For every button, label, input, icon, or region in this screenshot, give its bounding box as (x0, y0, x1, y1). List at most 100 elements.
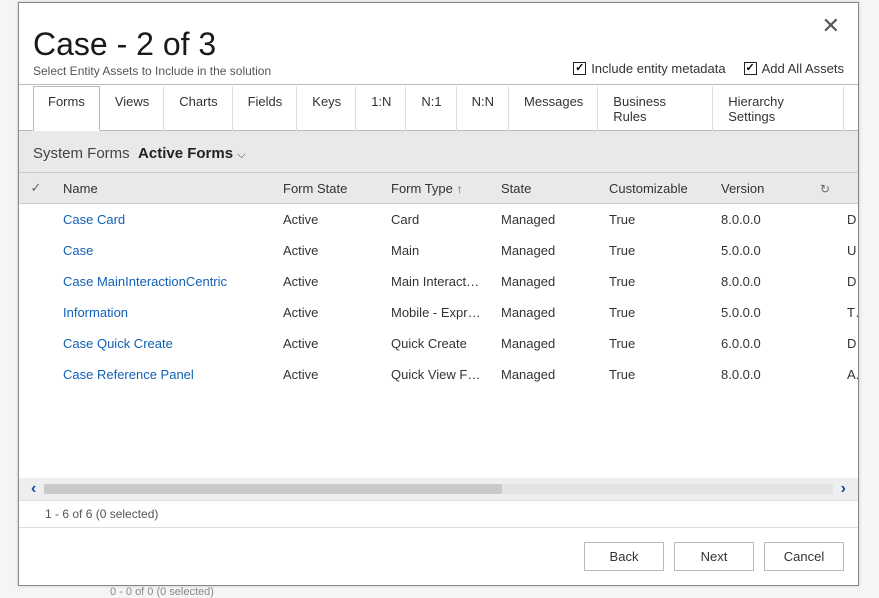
table-row[interactable]: CaseActiveMainManagedTrue5.0.0.0Upd (19, 235, 858, 266)
row-spacer (813, 204, 837, 236)
column-form-type[interactable]: Form Type ↑ (381, 173, 491, 204)
row-form-type: Quick View Form (381, 359, 491, 390)
scroll-left-button[interactable]: ‹ (31, 480, 36, 498)
row-description: Upd (837, 235, 858, 266)
select-all-column[interactable]: ✓ (19, 173, 53, 204)
row-description: A fo (837, 359, 858, 390)
page-title: Case - 2 of 3 (33, 27, 271, 62)
row-customizable: True (599, 328, 711, 359)
row-name-link[interactable]: Case MainInteractionCentric (53, 266, 273, 297)
checkmark-icon: ✓ (31, 180, 42, 195)
column-form-state[interactable]: Form State (273, 173, 381, 204)
row-form-state: Active (273, 204, 381, 236)
include-entity-metadata-checkbox[interactable]: Include entity metadata (573, 61, 725, 76)
row-state: Managed (491, 204, 599, 236)
row-name-link[interactable]: Case Quick Create (53, 328, 273, 359)
status-text: 1 - 6 of 6 (0 selected) (19, 500, 858, 527)
tab-n_n[interactable]: N:N (457, 86, 509, 131)
row-spacer (813, 297, 837, 328)
row-state: Managed (491, 266, 599, 297)
tab-n_one[interactable]: N:1 (406, 86, 456, 131)
row-form-state: Active (273, 266, 381, 297)
horizontal-scrollbar[interactable]: ‹ › (19, 478, 858, 500)
table-body-area (19, 390, 858, 478)
row-name-link[interactable]: Case (53, 235, 273, 266)
column-name[interactable]: Name (53, 173, 273, 204)
view-selector[interactable]: System Forms Active Forms ⌵ (19, 131, 858, 172)
row-form-type: Main Interaction... (381, 266, 491, 297)
row-form-type: Mobile - Express (381, 297, 491, 328)
row-version: 5.0.0.0 (711, 235, 813, 266)
back-button[interactable]: Back (584, 542, 664, 571)
column-overflow (837, 173, 858, 204)
table-row[interactable]: Case CardActiveCardManagedTrue8.0.0.0 Def (19, 204, 858, 236)
checkbox-icon (744, 62, 757, 75)
row-form-state: Active (273, 359, 381, 390)
column-state[interactable]: State (491, 173, 599, 204)
row-select-cell[interactable] (19, 204, 53, 236)
row-spacer (813, 328, 837, 359)
row-description: Def (837, 266, 858, 297)
tab-business_rules[interactable]: Business Rules (598, 86, 713, 131)
row-customizable: True (599, 235, 711, 266)
table-row[interactable]: Case Reference PanelActiveQuick View For… (19, 359, 858, 390)
row-select-cell[interactable] (19, 359, 53, 390)
row-form-type: Card (381, 204, 491, 236)
row-state: Managed (491, 328, 599, 359)
page-subtitle: Select Entity Assets to Include in the s… (33, 64, 271, 78)
checkbox-label: Include entity metadata (591, 61, 725, 76)
tab-messages[interactable]: Messages (509, 86, 598, 131)
close-button[interactable]: ✕ (822, 15, 840, 37)
row-form-state: Active (273, 235, 381, 266)
row-spacer (813, 359, 837, 390)
refresh-button[interactable]: ↻ (813, 173, 837, 204)
row-select-cell[interactable] (19, 266, 53, 297)
next-button[interactable]: Next (674, 542, 754, 571)
row-form-type: Quick Create (381, 328, 491, 359)
close-icon: ✕ (822, 13, 840, 38)
row-customizable: True (599, 359, 711, 390)
row-select-cell[interactable] (19, 297, 53, 328)
row-description: Def (837, 328, 858, 359)
row-version: 5.0.0.0 (711, 297, 813, 328)
table-row[interactable]: InformationActiveMobile - ExpressManaged… (19, 297, 858, 328)
column-version[interactable]: Version (711, 173, 813, 204)
tab-fields[interactable]: Fields (233, 86, 298, 131)
tab-keys[interactable]: Keys (297, 86, 356, 131)
row-name-link[interactable]: Case Card (53, 204, 273, 236)
table-row[interactable]: Case Quick CreateActiveQuick CreateManag… (19, 328, 858, 359)
row-state: Managed (491, 359, 599, 390)
row-version: 8.0.0.0 (711, 204, 813, 236)
checkbox-icon (573, 62, 586, 75)
view-area: System Forms Active Forms ⌵ (19, 131, 858, 527)
tab-hierarchy[interactable]: Hierarchy Settings (713, 86, 844, 131)
background-status-text: 0 - 0 of 0 (0 selected) (110, 586, 214, 598)
row-select-cell[interactable] (19, 328, 53, 359)
sort-ascending-icon: ↑ (457, 182, 463, 196)
row-description: Def (837, 204, 858, 236)
row-select-cell[interactable] (19, 235, 53, 266)
table-row[interactable]: Case MainInteractionCentricActiveMain In… (19, 266, 858, 297)
scroll-right-button[interactable]: › (841, 480, 846, 498)
row-description: This (837, 297, 858, 328)
row-customizable: True (599, 204, 711, 236)
scrollbar-thumb[interactable] (44, 484, 501, 494)
tab-one_n[interactable]: 1:N (356, 86, 406, 131)
row-version: 8.0.0.0 (711, 266, 813, 297)
row-spacer (813, 235, 837, 266)
forms-table: ✓ Name Form State Form Type ↑ State Cust… (19, 173, 858, 390)
tab-charts[interactable]: Charts (164, 86, 232, 131)
header-row: Case - 2 of 3 Select Entity Assets to In… (19, 23, 858, 84)
row-name-link[interactable]: Case Reference Panel (53, 359, 273, 390)
tab-forms[interactable]: Forms (33, 86, 100, 131)
row-version: 6.0.0.0 (711, 328, 813, 359)
column-customizable[interactable]: Customizable (599, 173, 711, 204)
tab-views[interactable]: Views (100, 86, 164, 131)
row-customizable: True (599, 297, 711, 328)
cancel-button[interactable]: Cancel (764, 542, 844, 571)
tabs: FormsViewsChartsFieldsKeys1:NN:1N:NMessa… (19, 84, 858, 131)
scrollbar-track[interactable] (44, 484, 832, 494)
row-name-link[interactable]: Information (53, 297, 273, 328)
row-form-type: Main (381, 235, 491, 266)
add-all-assets-checkbox[interactable]: Add All Assets (744, 61, 844, 76)
